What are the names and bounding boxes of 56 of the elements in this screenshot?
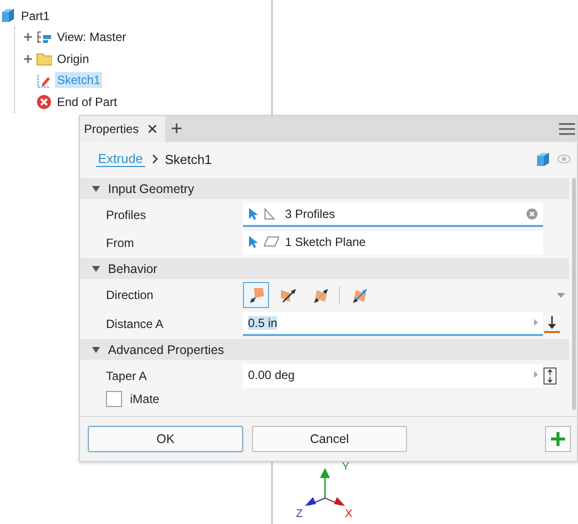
input-field[interactable]: 0.00 deg [243,364,543,388]
caret-icon [92,184,100,192]
field-label: Taper A [105,368,148,382]
caret-icon [92,264,100,272]
selection-field[interactable]: 3 Profiles [243,202,543,226]
cursor-icon [248,236,258,248]
field-label: Profiles [105,208,148,222]
field-label: Direction [105,288,154,302]
input-field[interactable]: 0.5 in [243,312,543,336]
chevron-icon [150,154,159,164]
axis-label: Y [342,461,350,473]
error-icon [36,94,52,110]
axis-label: X [345,508,352,520]
field-value: 3 Profiles [285,206,336,220]
tree-item[interactable]: Origin [55,50,92,67]
eye-icon[interactable] [557,154,571,164]
expand-icon[interactable] [23,32,33,42]
checkbox[interactable] [106,391,122,407]
checkbox-label: iMate [130,392,160,406]
arrow-icon[interactable] [534,319,538,326]
shape-icon [264,236,279,248]
ok-button[interactable]: OK [88,426,243,452]
expand-icon[interactable] [23,54,33,64]
clear-icon[interactable] [526,208,538,220]
close-button[interactable]: ✕ [146,121,159,137]
dropdown-icon[interactable] [557,292,565,298]
cube-icon [0,8,16,24]
tab-label: Properties [84,122,139,136]
cancel-button[interactable]: Cancel [252,426,407,452]
add-tab-button[interactable]: + [164,118,188,140]
add-button[interactable] [545,426,571,452]
field-label: From [105,236,135,250]
tree-item[interactable]: End of Part [55,94,120,110]
taper-icon[interactable] [543,366,557,384]
field-label: Distance A [105,316,164,330]
field-value: 1 Sketch Plane [285,234,366,248]
plus-icon [550,431,566,447]
section-header[interactable]: Behavior [80,258,569,279]
section-header[interactable]: Advanced Properties [80,339,569,360]
cursor-icon [248,208,258,220]
selection-field[interactable]: 1 Sketch Plane [243,230,543,254]
breadcrumb-current: Sketch1 [164,152,212,166]
tree-item[interactable]: Part1 [19,8,52,24]
section-header[interactable]: Input Geometry [80,178,569,199]
sketch-icon [36,72,52,88]
caret-icon [92,346,100,354]
properties-tab[interactable]: Properties ✕ [80,116,165,142]
cube-icon [535,152,551,166]
tree-item[interactable]: View: Master [55,29,128,46]
hierarchy-icon [36,30,52,45]
scrollbar[interactable] [572,178,576,410]
axis-label: Z [296,508,303,520]
folder-icon [36,51,52,66]
flip-side-icon[interactable] [543,314,561,332]
arrow-icon[interactable] [534,371,538,378]
menu-icon[interactable] [559,122,575,136]
